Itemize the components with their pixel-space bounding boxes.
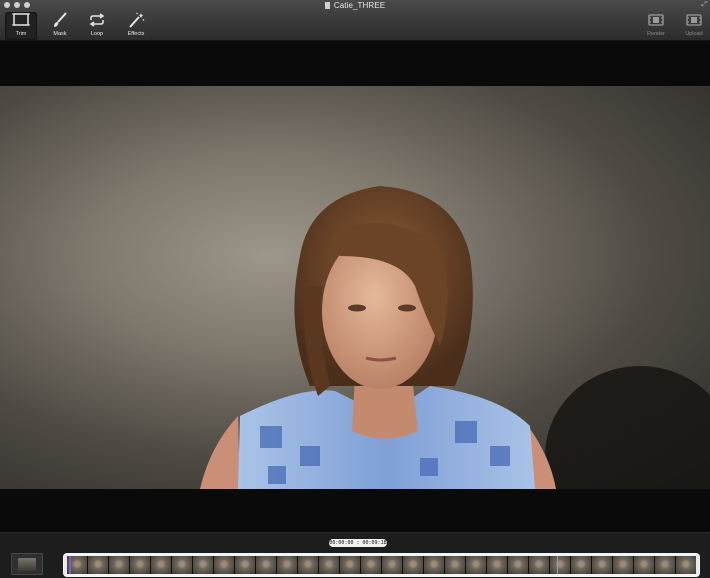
loop-button[interactable]: Loop: [81, 12, 113, 40]
trim-start-handle[interactable]: [64, 555, 67, 575]
filmstrip-frame: [298, 556, 319, 574]
upload-label: Upload: [685, 31, 703, 37]
filmstrip-frame: [319, 556, 340, 574]
effects-button[interactable]: Effects: [120, 12, 152, 40]
filmstrip-frame: [361, 556, 382, 574]
filmstrip-frame: [151, 556, 172, 574]
filmstrip-frame: [466, 556, 487, 574]
filmstrip-frame: [172, 556, 193, 574]
upload-button[interactable]: Upload: [678, 12, 710, 40]
mask-button[interactable]: Mask: [44, 12, 76, 40]
filmstrip-frame: [424, 556, 445, 574]
window-title-bar: Catie_THREE: [0, 1, 710, 10]
filmstrip-frame: [340, 556, 361, 574]
window-toolbar: Catie_THREE ⤢ Trim Mask Loop Effects Ren…: [0, 0, 710, 41]
filmstrip-frame: [550, 556, 571, 574]
filmstrip-frame: [109, 556, 130, 574]
trim-frame-icon: [12, 13, 30, 26]
filmstrip-frame: [445, 556, 466, 574]
document-icon: [324, 2, 330, 9]
video-frame-portrait: [200, 186, 710, 489]
filmstrip-frame: [277, 556, 298, 574]
mask-label: Mask: [53, 31, 67, 37]
video-frame: [0, 86, 710, 489]
filmstrip-frames: [67, 556, 696, 574]
filmstrip-frame: [235, 556, 256, 574]
timeline-panel: 00:00:00 : 00:09:18: [0, 532, 710, 578]
filmstrip-frame: [592, 556, 613, 574]
filmstrip-frame: [613, 556, 634, 574]
filmstrip-frame: [487, 556, 508, 574]
render-button[interactable]: Render: [640, 12, 672, 40]
trim-label: Trim: [15, 31, 27, 37]
film-upload-icon: [686, 14, 702, 26]
magic-wand-icon: [129, 12, 145, 28]
filmstrip-frame: [214, 556, 235, 574]
filmstrip-frame: [529, 556, 550, 574]
trim-end-handle[interactable]: [696, 555, 699, 575]
loop-arrows-icon: [89, 13, 105, 27]
filmstrip-frame: [88, 556, 109, 574]
film-render-icon: [648, 14, 664, 26]
trim-button[interactable]: Trim: [5, 12, 37, 40]
timecode-display: 00:00:00 : 00:09:18: [329, 539, 387, 547]
window-title: Catie_THREE: [333, 1, 386, 10]
fullscreen-icon[interactable]: ⤢: [701, 1, 707, 9]
loop-marker: [557, 556, 558, 574]
clip-thumbnail[interactable]: [11, 553, 43, 575]
filmstrip-frame: [571, 556, 592, 574]
render-label: Render: [646, 31, 666, 37]
filmstrip-frame: [403, 556, 424, 574]
effects-label: Effects: [127, 31, 145, 37]
filmstrip-frame: [676, 556, 696, 574]
clip-thumbnail-image: [18, 558, 36, 571]
filmstrip-frame: [508, 556, 529, 574]
filmstrip-frame: [634, 556, 655, 574]
playhead[interactable]: [69, 556, 71, 574]
filmstrip-frame: [256, 556, 277, 574]
filmstrip-frame: [130, 556, 151, 574]
video-viewer: [0, 41, 710, 532]
filmstrip-frame: [382, 556, 403, 574]
filmstrip-frame: [655, 556, 676, 574]
filmstrip-scrubber[interactable]: [63, 553, 700, 577]
filmstrip-frame: [193, 556, 214, 574]
loop-label: Loop: [90, 31, 104, 37]
brush-icon: [54, 12, 67, 27]
